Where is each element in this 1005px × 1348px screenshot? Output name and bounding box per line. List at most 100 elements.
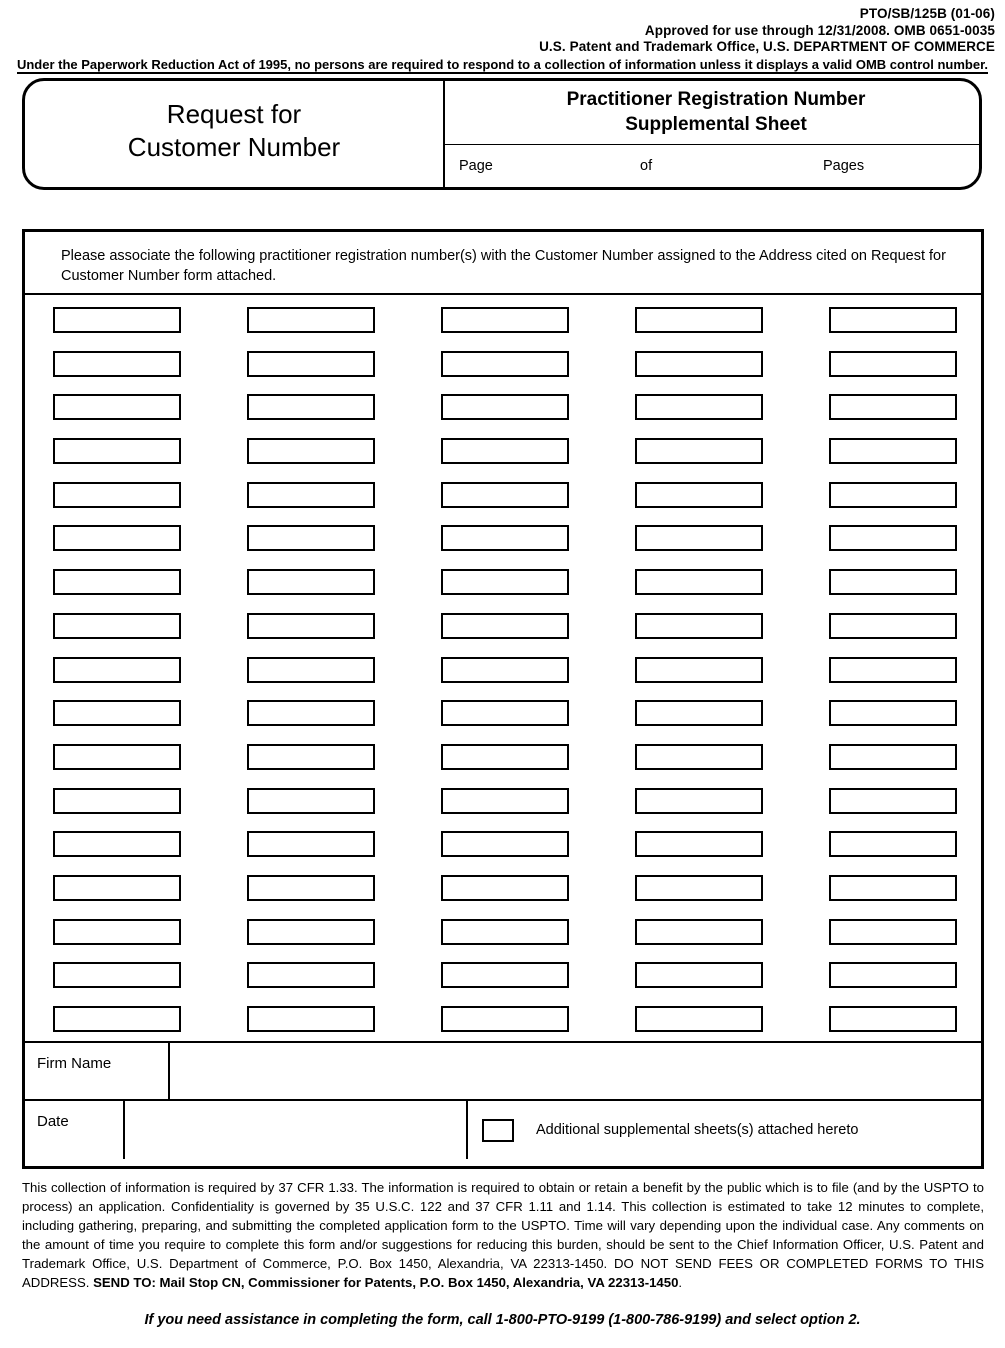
registration-number-row — [53, 525, 957, 552]
registration-number-input[interactable] — [247, 656, 375, 683]
registration-number-input[interactable] — [441, 525, 569, 552]
registration-number-input[interactable] — [635, 612, 763, 639]
registration-number-input[interactable] — [53, 350, 181, 377]
registration-number-input[interactable] — [247, 1006, 375, 1032]
registration-number-input[interactable] — [635, 918, 763, 945]
pages-label: Pages — [823, 158, 865, 174]
registration-number-input[interactable] — [829, 787, 957, 814]
registration-number-input[interactable] — [829, 874, 957, 901]
registration-number-input[interactable] — [247, 307, 375, 333]
registration-number-input[interactable] — [829, 962, 957, 989]
registration-number-input[interactable] — [53, 1006, 181, 1032]
registration-number-input[interactable] — [53, 481, 181, 508]
registration-number-input[interactable] — [441, 743, 569, 770]
registration-number-input[interactable] — [53, 569, 181, 596]
firm-name-input[interactable] — [170, 1043, 981, 1099]
registration-number-input[interactable] — [635, 962, 763, 989]
registration-number-input[interactable] — [635, 656, 763, 683]
registration-number-input[interactable] — [441, 438, 569, 465]
registration-number-input[interactable] — [635, 787, 763, 814]
registration-number-input[interactable] — [53, 962, 181, 989]
registration-number-input[interactable] — [247, 962, 375, 989]
registration-number-input[interactable] — [53, 438, 181, 465]
registration-number-input[interactable] — [635, 743, 763, 770]
date-input[interactable] — [125, 1101, 468, 1159]
registration-number-input[interactable] — [247, 612, 375, 639]
registration-number-input[interactable] — [635, 438, 763, 465]
registration-number-row — [53, 743, 957, 770]
registration-number-input[interactable] — [441, 656, 569, 683]
registration-number-input[interactable] — [829, 612, 957, 639]
registration-number-input[interactable] — [441, 612, 569, 639]
registration-number-input[interactable] — [441, 350, 569, 377]
registration-number-input[interactable] — [635, 394, 763, 421]
registration-number-input[interactable] — [635, 569, 763, 596]
registration-number-input[interactable] — [829, 1006, 957, 1032]
registration-number-input[interactable] — [53, 787, 181, 814]
registration-number-input[interactable] — [247, 569, 375, 596]
form-title-line2: Customer Number — [127, 132, 341, 162]
registration-number-input[interactable] — [53, 874, 181, 901]
registration-number-input[interactable] — [247, 700, 375, 727]
registration-number-input[interactable] — [441, 307, 569, 333]
registration-number-input[interactable] — [441, 787, 569, 814]
registration-number-input[interactable] — [829, 307, 957, 333]
registration-number-input[interactable] — [441, 1006, 569, 1032]
registration-number-row — [53, 962, 957, 989]
registration-number-input[interactable] — [441, 394, 569, 421]
form-title-box: Request for Customer Number Practitioner… — [22, 78, 982, 190]
registration-number-input[interactable] — [441, 918, 569, 945]
registration-number-input[interactable] — [829, 525, 957, 552]
registration-number-input[interactable] — [247, 438, 375, 465]
registration-number-input[interactable] — [829, 700, 957, 727]
registration-number-input[interactable] — [829, 438, 957, 465]
registration-number-input[interactable] — [635, 874, 763, 901]
registration-number-input[interactable] — [829, 918, 957, 945]
registration-number-input[interactable] — [247, 787, 375, 814]
form-title-line1: Request for — [166, 99, 302, 129]
registration-number-input[interactable] — [829, 656, 957, 683]
registration-number-input[interactable] — [441, 831, 569, 858]
registration-number-input[interactable] — [247, 743, 375, 770]
registration-number-input[interactable] — [829, 743, 957, 770]
registration-number-input[interactable] — [53, 307, 181, 333]
registration-number-input[interactable] — [635, 307, 763, 333]
registration-number-input[interactable] — [53, 743, 181, 770]
form-number-line: PTO/SB/125B (01-06) — [859, 6, 995, 21]
registration-number-input[interactable] — [829, 394, 957, 421]
registration-number-input[interactable] — [247, 525, 375, 552]
registration-number-input[interactable] — [247, 394, 375, 421]
registration-number-input[interactable] — [635, 1006, 763, 1032]
instruction-text: Please associate the following practitio… — [25, 232, 981, 295]
registration-number-input[interactable] — [53, 612, 181, 639]
registration-number-input[interactable] — [829, 350, 957, 377]
registration-number-input[interactable] — [635, 350, 763, 377]
registration-number-input[interactable] — [441, 874, 569, 901]
registration-number-input[interactable] — [441, 481, 569, 508]
registration-number-input[interactable] — [829, 831, 957, 858]
registration-number-input[interactable] — [53, 525, 181, 552]
registration-number-input[interactable] — [247, 350, 375, 377]
registration-number-input[interactable] — [53, 394, 181, 421]
registration-number-input[interactable] — [635, 481, 763, 508]
registration-number-input[interactable] — [441, 569, 569, 596]
page-of-pages-row[interactable]: Page of Pages — [445, 144, 979, 187]
registration-number-input[interactable] — [53, 831, 181, 858]
registration-number-input[interactable] — [53, 918, 181, 945]
registration-number-input[interactable] — [635, 700, 763, 727]
registration-number-input[interactable] — [247, 874, 375, 901]
send-to-address: SEND TO: Mail Stop CN, Commissioner for … — [93, 1275, 679, 1290]
registration-number-input[interactable] — [829, 481, 957, 508]
registration-number-input[interactable] — [441, 700, 569, 727]
registration-number-input[interactable] — [247, 481, 375, 508]
registration-number-input[interactable] — [53, 700, 181, 727]
registration-number-input[interactable] — [441, 962, 569, 989]
registration-number-input[interactable] — [635, 525, 763, 552]
registration-number-input[interactable] — [247, 831, 375, 858]
additional-sheets-checkbox[interactable] — [482, 1118, 514, 1142]
registration-number-input[interactable] — [635, 831, 763, 858]
registration-number-input[interactable] — [53, 656, 181, 683]
registration-number-input[interactable] — [247, 918, 375, 945]
registration-number-input[interactable] — [829, 569, 957, 596]
registration-number-row — [53, 569, 957, 596]
